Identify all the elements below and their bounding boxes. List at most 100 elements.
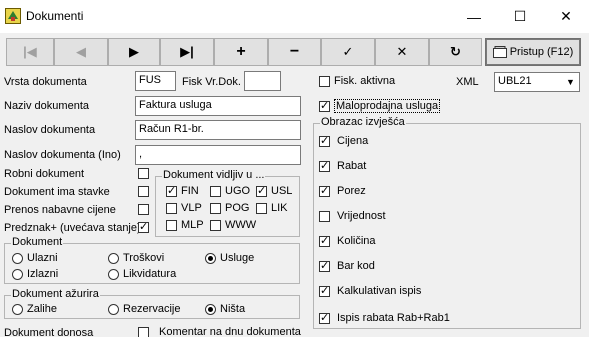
naslov-input[interactable]: Račun R1-br. [135,120,301,140]
minimize-button[interactable]: — [451,0,497,33]
vidljiv-lik[interactable]: LIK [256,202,288,214]
vrsta-label: Vrsta dokumenta [4,76,87,88]
checkbox-box[interactable] [319,134,330,148]
obrazac-kolicina[interactable]: Količina [319,234,376,248]
checkbox-box[interactable] [210,219,221,231]
checkbox-box[interactable] [138,204,149,215]
pristup-button[interactable]: Pristup (F12) [485,38,581,66]
checkbox-box[interactable] [319,210,330,222]
post-record-button[interactable]: ✓ [321,38,375,66]
delete-record-button[interactable]: − [268,38,321,66]
radio-circle[interactable] [12,268,23,280]
vidljiv-www[interactable]: WWW [210,219,256,231]
checkbox-box[interactable] [138,186,149,197]
radio-likvidatura[interactable]: Likvidatura [108,268,176,280]
vrsta-input[interactable]: FUS [135,71,176,91]
last-record-button[interactable]: ▶| [160,38,214,66]
checkbox-box[interactable] [319,159,330,173]
obrazac-bar-kod[interactable]: Bar kod [319,259,375,273]
checkbox-box[interactable] [256,202,267,214]
predznak-checkbox[interactable] [138,220,149,234]
vidljiv-fin-label: FIN [181,185,199,197]
checkbox-box[interactable] [319,311,330,325]
obrazac-vrijednost[interactable]: Vrijednost [319,210,386,222]
obrazac-rabat[interactable]: Rabat [319,159,366,173]
radio-circle[interactable] [205,303,216,315]
vidljiv-ugo-label: UGO [225,185,251,197]
radio-usluge[interactable]: Usluge [205,252,254,264]
next-record-button[interactable]: ▶ [108,38,160,66]
checkbox-box[interactable] [319,234,330,248]
checkbox-box[interactable] [319,184,330,198]
maximize-button[interactable]: ☐ [497,0,543,33]
vidljiv-ugo[interactable]: UGO [210,185,250,197]
checkbox-box[interactable] [138,326,149,337]
refresh-button[interactable]: ↻ [429,38,482,66]
ulazni-label: Ulazni [27,252,58,264]
maloprodajna-checkbox[interactable]: Maloprodajna usluga [319,99,441,113]
obrazac-cijena[interactable]: Cijena [319,134,369,148]
checkbox-box[interactable] [319,99,330,113]
stavke-checkbox[interactable] [138,186,149,197]
prenos-checkbox[interactable] [138,204,149,215]
obrazac-porez[interactable]: Porez [319,184,366,198]
fisk-aktivna-checkbox[interactable]: Fisk. aktivna [319,75,395,87]
radio-izlazni[interactable]: Izlazni [12,268,58,280]
checkbox-box[interactable] [319,259,330,273]
stavke-label: Dokument ima stavke [4,186,110,198]
checkbox-box[interactable] [319,284,330,298]
kalkulativan-label: Kalkulativan ispis [337,285,422,297]
radio-zalihe[interactable]: Zalihe [12,303,57,315]
checkbox-box[interactable] [319,75,330,87]
radio-nista[interactable]: Ništa [205,303,245,315]
checkbox-box[interactable] [166,219,177,231]
vidljiv-pog-label: POG [225,202,250,214]
obrazac-kalkulativan[interactable]: Kalkulativan ispis [319,284,422,298]
obrazac-ispis-rabata[interactable]: Ispis rabata Rab+Rab1 [319,311,450,325]
pristup-label: Pristup (F12) [509,46,574,58]
radio-circle[interactable] [12,303,23,315]
radio-circle[interactable] [108,252,119,264]
vidljiv-vlp[interactable]: VLP [166,202,202,214]
vidljiv-fin[interactable]: FIN [166,184,199,198]
radio-troskovi[interactable]: Troškovi [108,252,164,264]
checkbox-box[interactable] [210,202,221,214]
add-record-button[interactable]: + [214,38,268,66]
checkbox-box[interactable] [138,168,149,179]
vidljiv-www-label: WWW [225,219,257,231]
donosa-label: Dokument donosa [4,327,94,337]
vidljiv-mlp[interactable]: MLP [166,219,204,231]
cancel-record-button[interactable]: ✕ [375,38,429,66]
ispis-rabata-label: Ispis rabata Rab+Rab1 [337,312,450,324]
radio-circle[interactable] [108,303,119,315]
checkbox-box[interactable] [138,220,149,234]
checkbox-box[interactable] [166,184,177,198]
radio-rezervacije[interactable]: Rezervacije [108,303,180,315]
naslov-ino-input[interactable]: , [135,145,301,165]
xml-label: XML [456,76,479,88]
porez-label: Porez [337,185,366,197]
naziv-input[interactable]: Faktura usluga [135,96,301,116]
first-record-button[interactable]: |◀ [6,38,54,66]
vidljiv-usl-label: USL [271,185,293,197]
xml-select[interactable]: UBL21 ▼ [494,72,580,92]
fisk-vr-input[interactable] [244,71,281,91]
fisk-vr-label: Fisk Vr.Dok. [182,76,241,88]
chevron-down-icon[interactable]: ▼ [562,73,579,91]
radio-circle[interactable] [108,268,119,280]
vidljiv-title: Dokument vidljiv u ... [162,169,266,181]
radio-circle[interactable] [205,252,216,264]
radio-ulazni[interactable]: Ulazni [12,252,58,264]
radio-circle[interactable] [12,252,23,264]
checkbox-box[interactable] [166,202,177,214]
prior-record-button[interactable]: ◀ [54,38,108,66]
vidljiv-usl[interactable]: USL [256,184,293,198]
checkbox-box[interactable] [256,184,267,198]
cijena-label: Cijena [337,135,369,147]
checkbox-box[interactable] [210,185,221,197]
obrazac-title: Obrazac izvješća [320,116,406,128]
vidljiv-pog[interactable]: POG [210,202,249,214]
komentar-checkbox[interactable]: Komentar na dnu dokumenta [138,326,301,337]
robni-checkbox[interactable] [138,168,149,179]
close-window-button[interactable]: ✕ [543,0,589,33]
